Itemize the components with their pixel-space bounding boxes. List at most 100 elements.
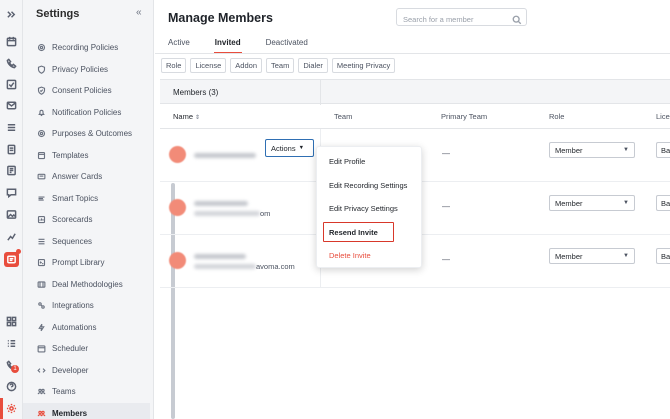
member-name-cell: avoma.com — [160, 235, 320, 288]
code-icon — [36, 365, 46, 375]
avatar — [169, 199, 186, 216]
filter-license[interactable]: License — [190, 58, 227, 73]
sidebar-item-smart-topics[interactable]: Smart Topics — [23, 188, 150, 210]
template-icon — [36, 150, 46, 160]
call-badge: 1 — [11, 365, 19, 373]
filter-meeting-privacy[interactable]: Meeting Privacy — [331, 58, 396, 73]
role-select[interactable]: Member ▼ — [549, 248, 635, 264]
role-select-value: Member — [555, 145, 583, 155]
chat-icon[interactable] — [4, 185, 19, 200]
column-role: Role — [549, 112, 565, 121]
expand-icon[interactable] — [4, 7, 19, 22]
list-icon[interactable] — [4, 120, 19, 135]
actions-button[interactable]: Actions ▼ — [265, 139, 314, 157]
actions-dropdown-menu: Edit Profile Edit Recording Settings Edi… — [316, 146, 422, 268]
menu-item-resend-invite[interactable]: Resend Invite — [329, 228, 378, 237]
sidebar-item-label: Scheduler — [52, 344, 89, 354]
filter-role[interactable]: Role — [161, 58, 187, 73]
sort-icon[interactable]: ⇕ — [195, 115, 200, 121]
menu-item-edit-profile[interactable]: Edit Profile — [329, 157, 365, 166]
sidebar-item-label: Automations — [52, 322, 97, 332]
page-title: Manage Members — [168, 11, 273, 25]
avatar — [169, 146, 186, 163]
sidebar-item-teams[interactable]: Teams — [23, 381, 150, 403]
search-input[interactable] — [397, 11, 505, 28]
sidebar-item-label: Privacy Policies — [52, 64, 109, 74]
role-select[interactable]: Member ▼ — [549, 195, 635, 211]
meeting-app-icon[interactable] — [4, 252, 19, 267]
sidebar-item-recording-policies[interactable]: Recording Policies — [23, 37, 150, 59]
sidebar-item-label: Prompt Library — [52, 258, 105, 268]
sidebar-item-sequences[interactable]: Sequences — [23, 231, 150, 253]
help-icon[interactable] — [4, 379, 19, 394]
column-name[interactable]: Name ⇕ — [173, 112, 200, 121]
sidebar-item-automations[interactable]: Automations — [23, 317, 150, 339]
integrations-icon — [36, 301, 46, 311]
role-select[interactable]: Member ▼ — [549, 142, 635, 158]
tab-active[interactable]: Active — [168, 38, 190, 52]
tab-invited[interactable]: Invited — [213, 38, 242, 54]
notes-icon[interactable] — [4, 163, 19, 178]
member-tabs: Active Invited Deactivated — [168, 38, 333, 54]
sidebar-item-label: Members — [52, 408, 88, 418]
checklist-icon[interactable] — [4, 77, 19, 92]
license-select[interactable]: Ba — [656, 248, 670, 264]
sidebar-item-label: Smart Topics — [52, 193, 99, 203]
sidebar-item-members[interactable]: Members — [23, 402, 150, 419]
apps-grid-icon[interactable] — [4, 314, 19, 329]
sidebar-item-label: Purposes & Outcomes — [52, 129, 133, 139]
calendar-nav-icon[interactable] — [4, 34, 19, 49]
settings-gear-icon[interactable] — [4, 401, 19, 416]
sidebar-item-prompt-library[interactable]: Prompt Library — [23, 252, 150, 274]
shield-icon — [36, 64, 46, 74]
column-primary-team: Primary Team — [441, 112, 488, 121]
menu-item-delete-invite[interactable]: Delete Invite — [329, 251, 371, 260]
sidebar-item-templates[interactable]: Templates — [23, 145, 150, 167]
sidebar-item-label: Scorecards — [52, 215, 93, 225]
phone-icon[interactable] — [4, 56, 19, 71]
menu-item-edit-privacy-settings[interactable]: Edit Privacy Settings — [329, 204, 398, 213]
sidebar-item-integrations[interactable]: Integrations — [23, 295, 150, 317]
sidebar-item-scorecards[interactable]: Scorecards — [23, 209, 150, 231]
filter-bar: Role License Addon Team Dialer Meeting P… — [161, 58, 399, 73]
redacted-email — [194, 211, 260, 216]
column-divider — [320, 80, 321, 105]
collapse-sidebar-icon[interactable]: « — [136, 7, 142, 18]
avatar — [169, 252, 186, 269]
document-icon[interactable] — [4, 142, 19, 157]
filter-team[interactable]: Team — [265, 58, 295, 73]
redacted-name — [194, 201, 248, 206]
tasks-icon[interactable] — [4, 336, 19, 351]
tab-deactivated[interactable]: Deactivated — [266, 38, 308, 52]
sidebar-item-consent-policies[interactable]: Consent Policies — [23, 80, 150, 102]
sidebar-item-purposes-and-outcomes[interactable]: Purposes & Outcomes — [23, 123, 150, 145]
email-tail: om — [260, 209, 271, 218]
search-icon[interactable] — [512, 12, 522, 25]
sidebar-item-answer-cards[interactable]: Answer Cards — [23, 166, 150, 188]
mail-icon[interactable] — [4, 98, 19, 113]
filter-dialer[interactable]: Dialer — [298, 58, 328, 73]
sidebar-item-label: Templates — [52, 150, 89, 160]
column-team: Team — [334, 112, 353, 121]
sidebar-item-label: Developer — [52, 365, 89, 375]
sidebar-item-label: Notification Policies — [52, 107, 122, 117]
sidebar-item-notification-policies[interactable]: Notification Policies — [23, 102, 150, 124]
filter-addon[interactable]: Addon — [230, 58, 262, 73]
menu-item-edit-recording-settings[interactable]: Edit Recording Settings — [329, 181, 407, 190]
sidebar-item-label: Deal Methodologies — [52, 279, 123, 289]
automation-icon — [36, 322, 46, 332]
sidebar-item-privacy-policies[interactable]: Privacy Policies — [23, 59, 150, 81]
methodology-icon — [36, 279, 46, 289]
topics-icon — [36, 193, 46, 203]
sidebar-item-scheduler[interactable]: Scheduler — [23, 338, 150, 360]
column-license: Lice — [656, 112, 670, 121]
sidebar-item-deal-methodologies[interactable]: Deal Methodologies — [23, 274, 150, 296]
sidebar-item-label: Sequences — [52, 236, 93, 246]
notification-dot — [16, 249, 21, 254]
license-select[interactable]: Ba — [656, 142, 670, 158]
analytics-icon[interactable] — [4, 229, 19, 244]
image-icon[interactable] — [4, 207, 19, 222]
sidebar-item-developer[interactable]: Developer — [23, 360, 150, 382]
members-count: Members (3) — [173, 88, 219, 97]
license-select[interactable]: Ba — [656, 195, 670, 211]
